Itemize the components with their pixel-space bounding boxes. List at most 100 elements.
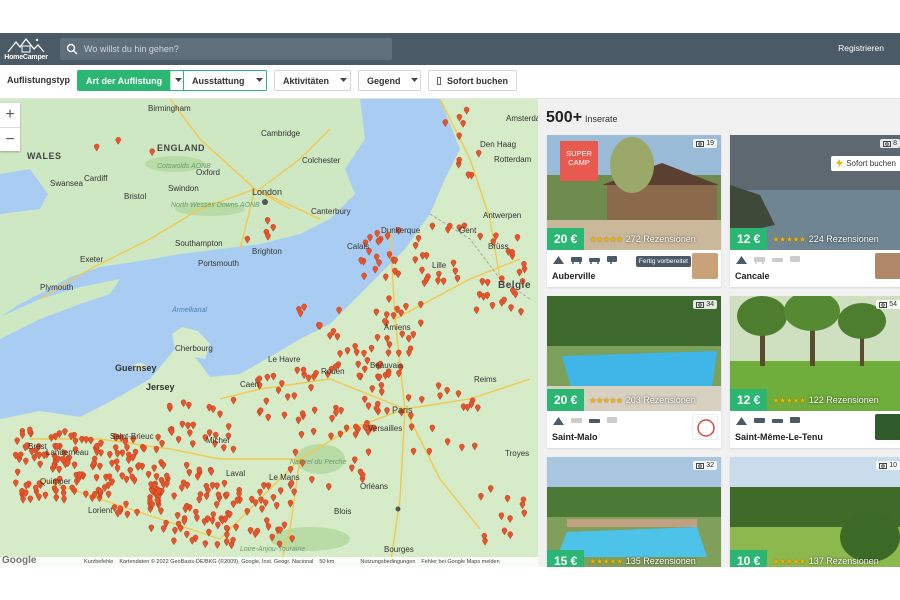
map-marker-icon[interactable] <box>291 392 298 401</box>
map-marker-icon[interactable] <box>298 431 305 439</box>
map-marker-icon[interactable] <box>374 334 381 342</box>
map-marker-icon[interactable] <box>334 333 341 341</box>
map-marker-icon[interactable] <box>209 517 216 525</box>
map-marker-icon[interactable] <box>478 493 484 501</box>
map-marker-icon[interactable] <box>368 344 375 353</box>
map-marker-icon[interactable] <box>172 526 178 535</box>
map-marker-icon[interactable] <box>369 385 375 393</box>
map-marker-icon[interactable] <box>105 490 112 499</box>
map-marker-icon[interactable] <box>151 464 157 473</box>
map-marker-icon[interactable] <box>385 349 392 358</box>
map-marker-icon[interactable] <box>169 428 175 437</box>
map-marker-icon[interactable] <box>230 500 237 509</box>
listing-city[interactable]: Auberville <box>552 271 596 281</box>
map-marker-icon[interactable] <box>329 414 335 423</box>
map-marker-icon[interactable] <box>134 508 140 517</box>
map-report-link[interactable]: Fehler bei Google Maps melden <box>421 559 499 565</box>
map-marker-icon[interactable] <box>184 530 190 539</box>
map-marker-icon[interactable] <box>406 349 412 358</box>
map-marker-icon[interactable] <box>149 148 155 157</box>
map-marker-icon[interactable] <box>27 495 34 504</box>
map-marker-icon[interactable] <box>403 303 409 311</box>
map-marker-icon[interactable] <box>436 270 442 279</box>
map-marker-icon[interactable] <box>472 442 478 451</box>
instant-book-toggle[interactable]: Sofort buchen <box>428 70 517 91</box>
map-marker-icon[interactable] <box>507 531 513 540</box>
map-marker-icon[interactable] <box>181 517 187 526</box>
map-marker-icon[interactable] <box>175 436 182 444</box>
map-marker-icon[interactable] <box>465 171 472 180</box>
map-marker-icon[interactable] <box>127 467 133 475</box>
map-marker-icon[interactable] <box>456 132 462 141</box>
map-marker-icon[interactable] <box>429 222 436 231</box>
map-marker-icon[interactable] <box>386 295 392 304</box>
map-marker-icon[interactable] <box>442 119 448 128</box>
map-marker-icon[interactable] <box>56 465 62 474</box>
map-marker-icon[interactable] <box>23 482 29 490</box>
equipment-dropdown[interactable]: Ausstattung <box>183 70 267 91</box>
map-marker-icon[interactable] <box>180 399 187 408</box>
map-marker-icon[interactable] <box>429 424 435 433</box>
map-terms-link[interactable]: Nutzungsbedingungen <box>360 559 415 565</box>
map-marker-icon[interactable] <box>189 537 195 545</box>
map-marker-icon[interactable] <box>20 495 26 504</box>
map-marker-icon[interactable] <box>464 403 471 412</box>
map-marker-icon[interactable] <box>516 268 523 277</box>
zoom-out-button[interactable]: − <box>0 127 20 151</box>
map-marker-icon[interactable] <box>125 456 132 465</box>
map-marker-icon[interactable] <box>373 308 380 317</box>
map-marker-icon[interactable] <box>53 487 59 496</box>
listing-card[interactable]: 34 20 € ★★★★★ 203 Rezensionen Saint-Malo <box>547 296 721 448</box>
map-marker-icon[interactable] <box>292 448 299 457</box>
map-marker-icon[interactable] <box>265 482 272 491</box>
map-marker-icon[interactable] <box>265 413 271 422</box>
map-marker-icon[interactable] <box>456 113 463 122</box>
map-marker-icon[interactable] <box>301 303 307 312</box>
map-marker-icon[interactable] <box>185 422 191 430</box>
map-marker-icon[interactable] <box>259 505 265 514</box>
map-marker-icon[interactable] <box>214 501 220 509</box>
map-marker-icon[interactable] <box>337 350 343 358</box>
map-marker-icon[interactable] <box>221 444 227 453</box>
map-marker-icon[interactable] <box>179 420 186 429</box>
map-marker-icon[interactable] <box>367 234 373 242</box>
map-marker-icon[interactable] <box>153 473 160 481</box>
map-marker-icon[interactable] <box>418 319 424 328</box>
map-marker-icon[interactable] <box>119 449 126 458</box>
map-marker-icon[interactable] <box>72 437 79 446</box>
map-marker-icon[interactable] <box>275 386 282 395</box>
map-marker-icon[interactable] <box>375 238 382 246</box>
map-marker-icon[interactable] <box>174 512 181 520</box>
map-marker-icon[interactable] <box>328 432 334 441</box>
map-marker-icon[interactable] <box>362 395 368 404</box>
map-marker-icon[interactable] <box>164 480 170 489</box>
listing-type-dropdown[interactable]: Art der Auflistung <box>77 70 188 91</box>
map-marker-icon[interactable] <box>518 308 524 316</box>
map-marker-icon[interactable] <box>31 454 38 462</box>
map-marker-icon[interactable] <box>281 411 288 420</box>
map-marker-icon[interactable] <box>270 372 277 381</box>
map-marker-icon[interactable] <box>182 505 189 514</box>
map-marker-icon[interactable] <box>206 403 212 412</box>
map-marker-icon[interactable] <box>215 521 221 530</box>
map-marker-icon[interactable] <box>352 431 359 439</box>
map-marker-icon[interactable] <box>19 431 26 440</box>
map-marker-icon[interactable] <box>344 347 351 355</box>
map-marker-icon[interactable] <box>214 482 220 491</box>
map-marker-icon[interactable] <box>390 312 397 320</box>
map-marker-icon[interactable] <box>297 309 304 318</box>
listing-photo[interactable]: 54 12 € ★★★★★ 122 Rezensionen <box>730 296 900 411</box>
map-marker-icon[interactable] <box>14 468 21 477</box>
map-marker-icon[interactable] <box>285 393 291 402</box>
map-marker-icon[interactable] <box>521 265 528 274</box>
map-marker-icon[interactable] <box>338 407 344 415</box>
map-marker-icon[interactable] <box>376 259 382 268</box>
map-marker-icon[interactable] <box>83 436 89 444</box>
map-marker-icon[interactable] <box>475 404 481 413</box>
search-box[interactable] <box>60 38 392 60</box>
map-marker-icon[interactable] <box>412 242 419 250</box>
map-marker-icon[interactable] <box>476 149 482 158</box>
map-marker-icon[interactable] <box>277 487 284 496</box>
listing-city[interactable]: Saint-Même-Le-Tenu <box>735 432 823 442</box>
map-marker-icon[interactable] <box>36 493 42 502</box>
